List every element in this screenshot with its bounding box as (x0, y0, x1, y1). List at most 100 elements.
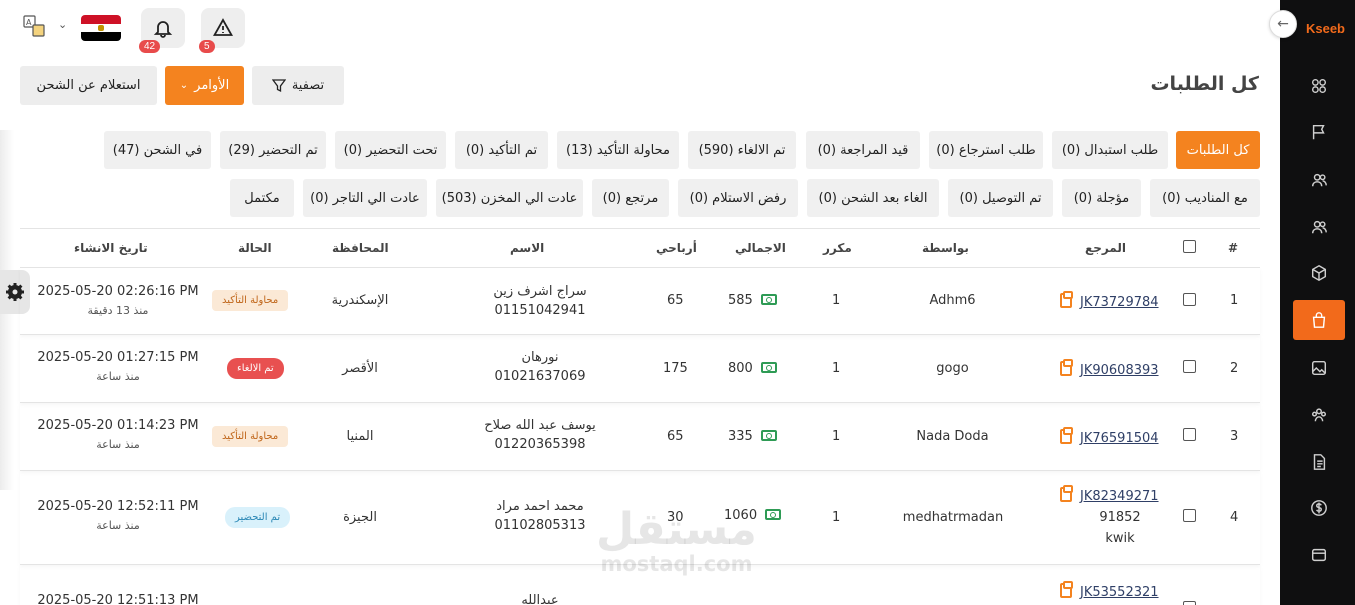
sidebar-collapse-button[interactable]: ← (1269, 10, 1297, 38)
table-row[interactable]: 2 JK90608393 gogo 1 800 175 نورهان 010216… (20, 335, 1260, 403)
header-status: الحالة (238, 241, 272, 255)
money-icon (760, 294, 777, 305)
shipping-company: kwik (1105, 531, 1135, 546)
sidebar-item-windows[interactable] (1293, 535, 1345, 575)
row-via: medhatrmadan (902, 510, 1004, 525)
filter-chip-return-request[interactable]: طلب استرجاع (0) (929, 131, 1043, 169)
order-ref-link[interactable]: JK90608393 (1080, 363, 1159, 378)
shopping-bag-icon (1312, 312, 1326, 328)
sidebar-item-products[interactable] (1293, 253, 1345, 293)
filter-button[interactable]: تصفية (252, 66, 344, 105)
money-icon (765, 509, 782, 520)
sidebar-item-media[interactable] (1293, 348, 1345, 388)
created-datetime: 2025-05-20 02:26:16 PM (37, 284, 199, 299)
header-via: بواسطة (922, 241, 969, 255)
sidebar-item-reports[interactable] (1293, 112, 1345, 152)
filter-chip-cancelled[interactable]: تم الالغاء (590) (688, 131, 796, 169)
filter-chip-back-to-merchant[interactable]: عادت الي التاجر (0) (303, 179, 427, 217)
alerts-button[interactable]: 5 (199, 8, 245, 53)
row-checkbox[interactable] (1183, 360, 1196, 373)
filter-chip-confirm-attempt[interactable]: محاولة التأكيد (13) (557, 131, 679, 169)
clipboard-icon[interactable] (1060, 427, 1073, 444)
order-ref[interactable]: JK90608393 (1060, 359, 1159, 378)
filter-chip-refused[interactable]: رفض الاستلام (0) (678, 179, 798, 217)
order-ref[interactable]: JK73729784 (1060, 291, 1159, 310)
bell-icon (153, 21, 173, 38)
filter-chip-shipping[interactable]: في الشحن (47) (104, 131, 211, 169)
order-ref-link[interactable]: JK53552321 (1080, 585, 1159, 600)
order-ref[interactable]: JK76591504 (1060, 427, 1159, 446)
select-all-checkbox[interactable] (1183, 240, 1196, 253)
commands-dropdown[interactable]: ⌄ الأوامر (165, 66, 244, 105)
customer-name: نورهان (521, 350, 559, 365)
row-dup: 1 (832, 429, 841, 444)
table-row[interactable]: 1 JK73729784 Adhm6 1 585 65 سراج اشرف زي… (20, 268, 1260, 335)
row-num: 4 (1230, 510, 1239, 525)
row-via: Adhm6 (929, 293, 976, 308)
filter-chip-all[interactable]: كل الطلبات (1176, 131, 1260, 169)
table-row[interactable]: 3 JK76591504 Nada Doda 1 335 65 يوسف عبد… (20, 403, 1260, 471)
clipboard-icon[interactable] (1060, 291, 1073, 308)
order-ref-link[interactable]: JK73729784 (1080, 295, 1159, 310)
shipping-inquiry-button[interactable]: استعلام عن الشحن (20, 66, 157, 105)
clipboard-icon[interactable] (1060, 485, 1073, 502)
filter-chip-delivered[interactable]: تم التوصيل (0) (948, 179, 1053, 217)
row-num: 2 (1230, 361, 1239, 376)
filter-chip-review[interactable]: قيد المراجعة (0) (806, 131, 920, 169)
clipboard-icon[interactable] (1060, 581, 1073, 598)
notifications-button[interactable]: 42 (139, 8, 185, 53)
sidebar-item-finance[interactable] (1293, 488, 1345, 528)
created-datetime: 2025-05-20 01:27:15 PM (37, 350, 199, 365)
filter-chip-returned[interactable]: مرتجع (0) (592, 179, 669, 217)
created-ago: منذ ساعة (96, 438, 140, 451)
sidebar-item-dashboard[interactable] (1293, 66, 1345, 106)
filter-icon (271, 78, 286, 92)
order-ref[interactable]: JK53552321 (1060, 581, 1159, 600)
order-ref[interactable]: JK82349271 91852 kwik (1060, 485, 1160, 546)
row-date: 2025-05-20 02:26:16 PM منذ 13 دقيقة (28, 284, 208, 317)
order-ref-link[interactable]: JK76591504 (1080, 431, 1159, 446)
row-customer: سراج اشرف زين 01151042941 (450, 284, 630, 318)
flag-icon (1312, 124, 1325, 140)
sidebar-item-invoices[interactable] (1293, 442, 1345, 482)
filter-chip-under-prep[interactable]: تحت التحضير (0) (335, 131, 446, 169)
sidebar-item-groups[interactable] (1293, 395, 1345, 435)
filter-chip-completed[interactable]: مكتمل (230, 179, 294, 217)
grid-icon (1311, 78, 1327, 94)
filter-chip-postponed[interactable]: مؤجلة (0) (1062, 179, 1141, 217)
row-total-value: 585 (728, 293, 753, 308)
box-icon (1311, 264, 1327, 282)
language-switcher[interactable]: A ⌄ (22, 14, 67, 44)
created-ago: منذ ساعة (96, 370, 140, 383)
filter-chip-back-to-warehouse[interactable]: عادت الي المخزن (503) (436, 179, 583, 217)
row-governorate: الإسكندرية (331, 293, 389, 308)
clipboard-icon[interactable] (1060, 359, 1073, 376)
filter-chip-cancel-after-ship[interactable]: الغاء بعد الشحن (0) (807, 179, 939, 217)
sidebar-item-users[interactable] (1293, 160, 1345, 200)
egypt-flag-icon[interactable] (81, 15, 121, 41)
table-header: # المرجع بواسطة مكرر الاجمالي أرباحي الا… (20, 228, 1260, 268)
row-via: gogo (936, 361, 969, 376)
row-checkbox[interactable] (1183, 428, 1196, 441)
row-total: 585 (728, 293, 777, 308)
header-created: تاريخ الانشاء (74, 241, 148, 255)
row-checkbox[interactable] (1183, 293, 1196, 306)
row-date: 2025-05-20 12:52:11 PM منذ ساعة (28, 499, 208, 532)
status-badge: تم الالغاء (227, 358, 284, 379)
row-profit: 65 (667, 429, 684, 444)
brand-logo: Kseeb (1305, 21, 1345, 36)
filter-chip-confirmed[interactable]: تم التأكيد (0) (455, 131, 548, 169)
group-icon (1311, 408, 1327, 422)
filter-chip-prepared[interactable]: تم التحضير (29) (220, 131, 326, 169)
sidebar-item-team[interactable] (1293, 207, 1345, 247)
row-checkbox[interactable] (1183, 601, 1196, 605)
filter-chip-exchange[interactable]: طلب استبدال (0) (1052, 131, 1168, 169)
header-dup: مكرر (823, 241, 852, 255)
sidebar-item-orders[interactable] (1293, 300, 1345, 340)
order-ref-link[interactable]: JK82349271 (1080, 489, 1159, 504)
filter-chip-with-couriers[interactable]: مع المناديب (0) (1150, 179, 1260, 217)
status-badge: محاولة التأكيد (212, 290, 289, 311)
notifications-badge: 42 (139, 40, 161, 53)
watermark-arabic: مستقل (596, 504, 757, 555)
row-checkbox[interactable] (1183, 509, 1196, 522)
